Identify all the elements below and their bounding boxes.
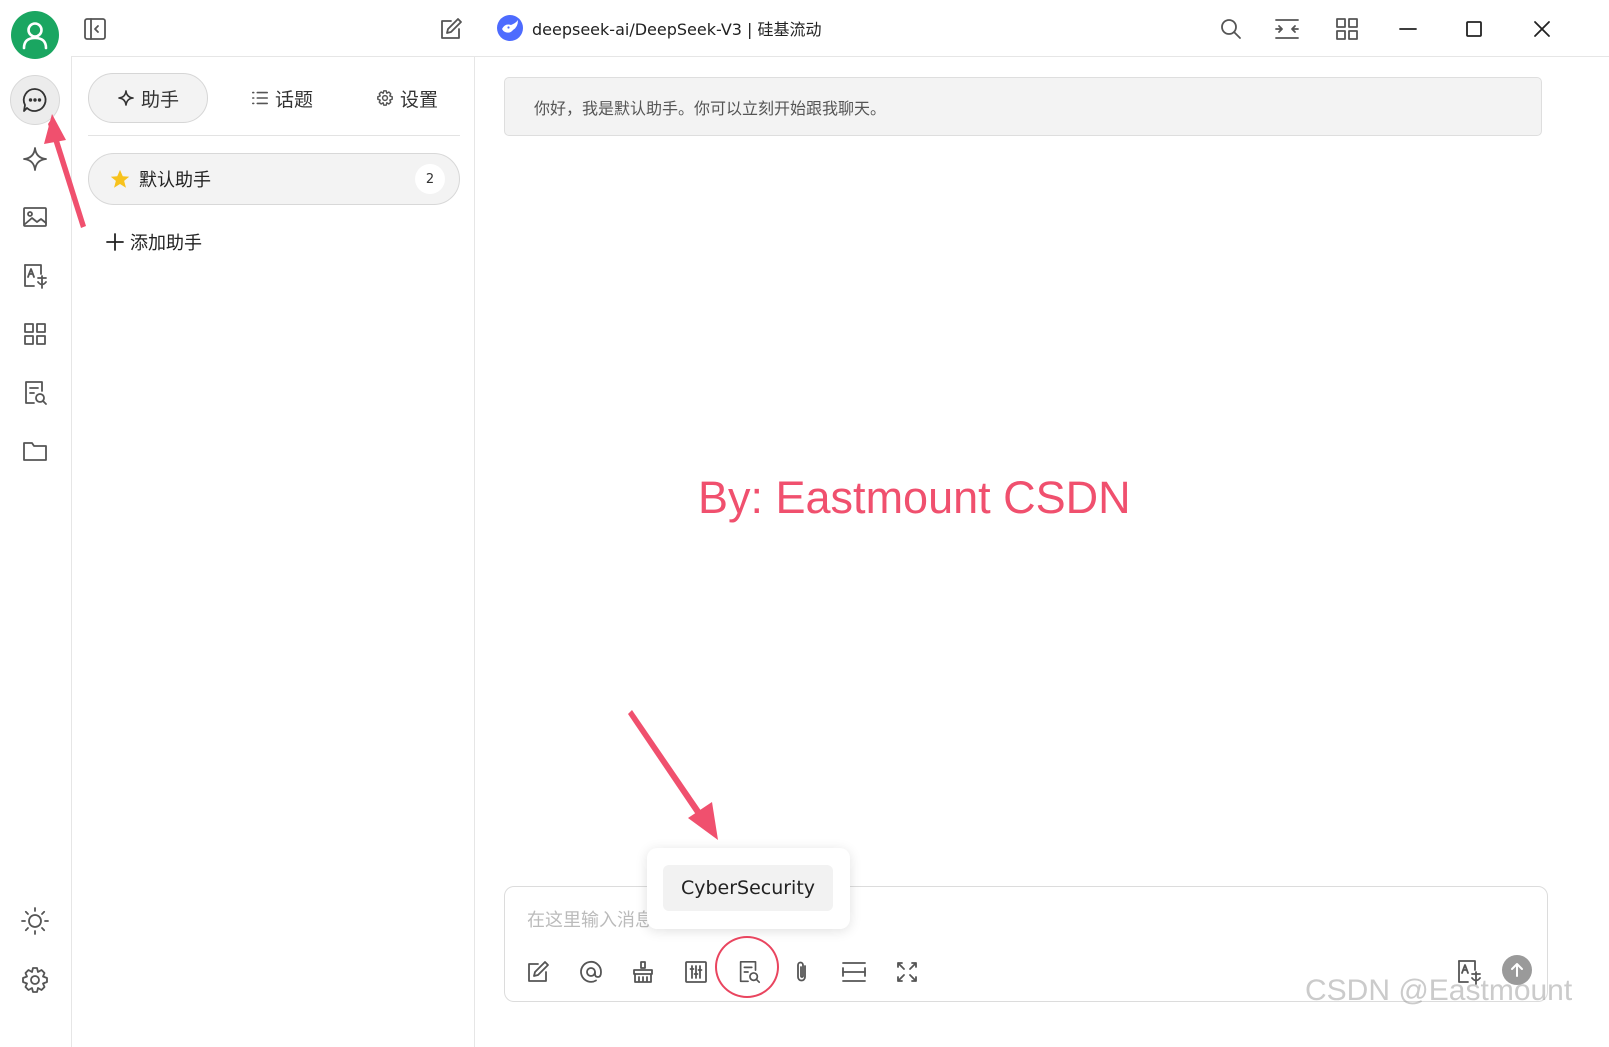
annotation-arrows bbox=[44, 114, 718, 840]
arrow-shaft-bottom bbox=[628, 710, 706, 822]
arrow-head-top bbox=[44, 114, 66, 144]
csdn-watermark: CSDN @Eastmount bbox=[1305, 974, 1573, 1007]
highlight-circle bbox=[715, 936, 779, 998]
